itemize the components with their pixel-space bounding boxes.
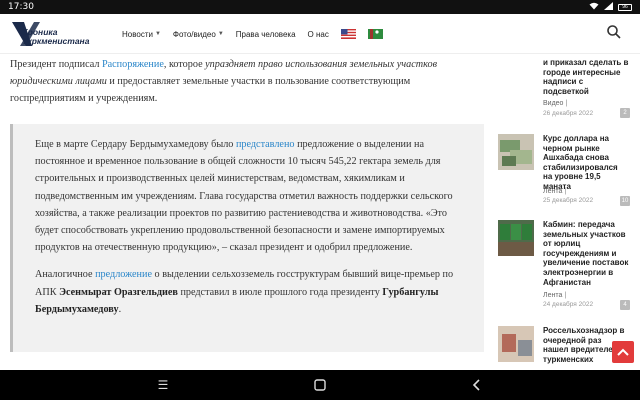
nav-human-rights[interactable]: Права человека [236,30,296,39]
system-nav-bar: ☰ [0,370,640,400]
article-body: Президент подписал Распоряжение, которое… [0,54,490,370]
quote-block: Еще в марте Сердару Бердымухамедову было… [10,124,484,352]
article-intro: Президент подписал Распоряжение, которое… [10,59,438,104]
chevron-up-icon [617,348,629,356]
news-title[interactable]: Курс доллара на черном рынке Ашхабада сн… [543,134,629,192]
comment-count-badge[interactable]: 2 [620,108,630,118]
news-date: 24 декабря 2022 [543,301,594,308]
news-date: 26 декабря 2022 [543,110,594,117]
list-item[interactable]: Курс доллара на черном рынке Ашхабада сн… [492,134,632,206]
chevron-down-icon: ▼ [154,31,161,37]
home-icon[interactable] [313,378,327,392]
back-icon[interactable] [470,378,484,392]
news-title[interactable]: Кабмин: передача земельных участков от ю… [543,220,629,287]
nav-news[interactable]: Новости ▼ [122,30,161,39]
comment-count-badge[interactable]: 4 [620,300,630,310]
site-logo[interactable]: Хроника Туркменистана [10,18,110,50]
us-flag-icon[interactable] [340,29,356,39]
quote-paragraph: Аналогичное предложение о выделении сель… [35,269,454,315]
signal-icon [604,2,613,12]
news-category: Лента | [543,188,567,195]
news-category: Лента | [543,292,567,299]
logo-text: Хроника Туркменистана [22,27,90,46]
search-icon[interactable] [606,24,622,40]
comment-count-badge[interactable]: 10 [620,196,630,206]
decree-link[interactable]: Распоряжение [102,59,164,70]
nav-about[interactable]: О нас [308,30,329,39]
status-bar: 17:30 96 [0,0,640,14]
news-thumbnail[interactable] [498,326,534,362]
proposal-link[interactable]: предложение [95,269,152,280]
chevron-down-icon: ▼ [217,31,224,37]
list-item[interactable]: и приказал сделать в городе интересные н… [492,54,632,118]
sidebar-news: и приказал сделать в городе интересные н… [492,54,640,370]
news-category: Видео | [543,100,568,107]
list-item[interactable]: Россельхознадзор в очередной раз нашел в… [492,326,632,370]
status-time: 17:30 [8,2,34,12]
quote-paragraph: Еще в марте Сердару Бердымухамедову было… [35,139,453,254]
presented-link[interactable]: представлено [236,139,295,150]
main-nav: Новости ▼ Фото/видео ▼ Права человека О … [122,14,383,54]
site-header: Хроника Туркменистана Новости ▼ Фото/вид… [0,14,640,54]
news-thumbnail[interactable] [498,220,534,256]
nav-photo-video[interactable]: Фото/видео ▼ [173,30,224,39]
list-item[interactable]: Кабмин: передача земельных участков от ю… [492,220,632,316]
news-thumbnail[interactable] [498,134,534,170]
menu-icon[interactable]: ☰ [156,378,170,392]
turkmenistan-flag-icon[interactable] [367,29,383,39]
news-date: 25 декабря 2022 [543,197,594,204]
battery-icon: 96 [618,3,632,11]
status-icons: 96 [589,2,632,12]
news-title[interactable]: и приказал сделать в городе интересные н… [543,58,629,96]
scroll-top-button[interactable] [612,341,634,363]
wifi-icon [589,2,599,12]
